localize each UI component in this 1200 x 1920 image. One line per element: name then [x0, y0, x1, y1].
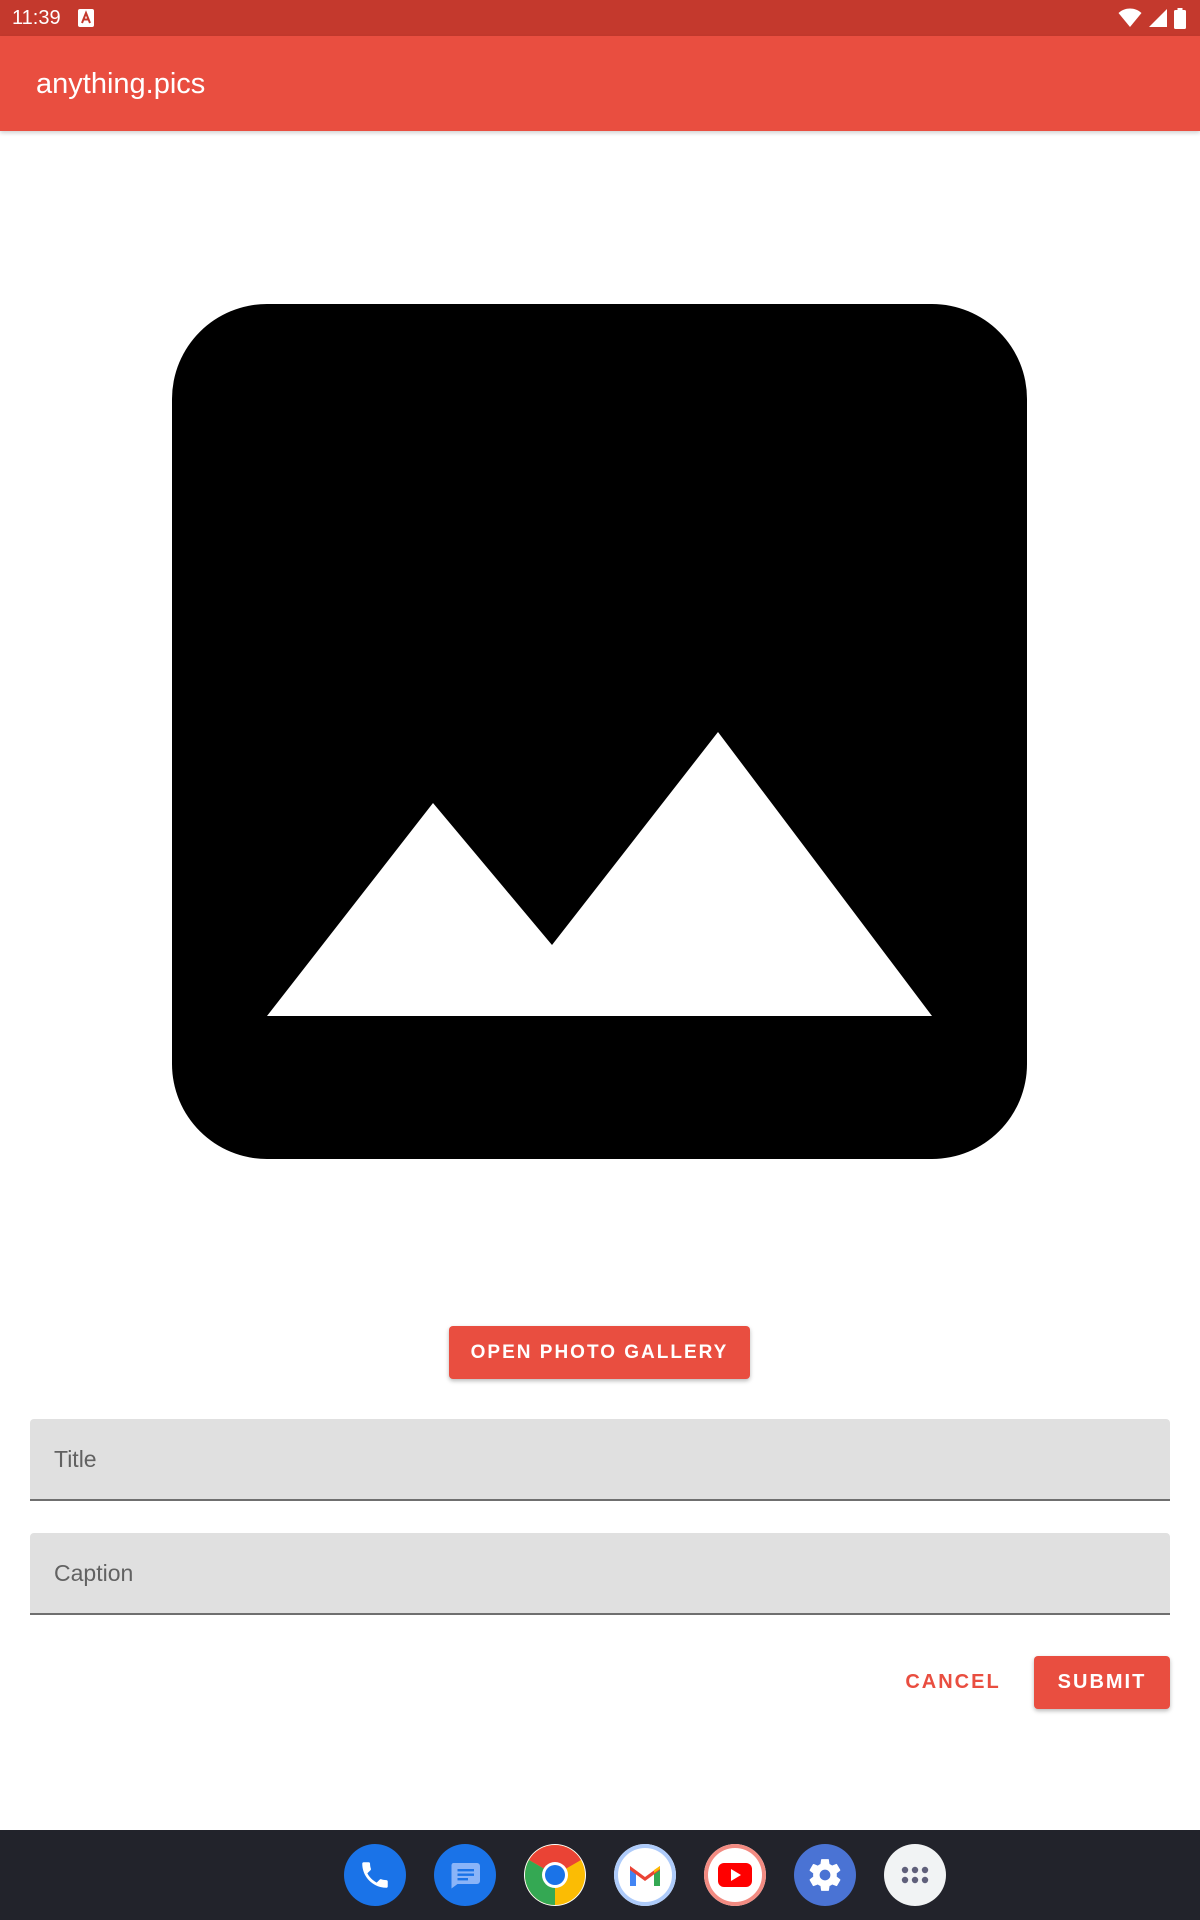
title-input[interactable] — [54, 1419, 1144, 1499]
app-bar: anything.pics — [0, 36, 1200, 131]
app-dock — [0, 1830, 1200, 1920]
submit-button[interactable]: SUBMIT — [1034, 1656, 1170, 1709]
cancel-button[interactable]: CANCEL — [890, 1656, 1016, 1709]
cell-signal-icon — [1149, 9, 1167, 27]
app-title: anything.pics — [36, 68, 206, 100]
settings-gear-icon[interactable] — [794, 1844, 856, 1906]
phone-icon[interactable] — [344, 1844, 406, 1906]
status-bar: 11:39 — [0, 0, 1200, 36]
image-placeholder-icon[interactable] — [172, 304, 1027, 1159]
messages-icon[interactable] — [434, 1844, 496, 1906]
caption-field[interactable] — [30, 1533, 1170, 1615]
phone-glyph — [362, 1862, 388, 1888]
app-drawer-glyph — [901, 1866, 929, 1884]
status-time: 11:39 — [12, 7, 61, 29]
chrome-glyph — [524, 1844, 585, 1905]
title-field[interactable] — [30, 1419, 1170, 1501]
chrome-icon[interactable] — [524, 1844, 586, 1906]
status-icons — [1118, 7, 1186, 29]
battery-icon — [1174, 7, 1186, 29]
text-a-icon — [78, 9, 94, 27]
app-drawer-icon[interactable] — [884, 1844, 946, 1906]
settings-glyph — [809, 1859, 841, 1891]
youtube-glyph — [718, 1863, 752, 1887]
gmail-glyph — [630, 1866, 660, 1886]
caption-input[interactable] — [54, 1533, 1144, 1613]
gmail-icon[interactable] — [614, 1844, 676, 1906]
open-photo-gallery-button[interactable]: OPEN PHOTO GALLERY — [449, 1326, 750, 1379]
messages-glyph — [451, 1863, 480, 1889]
wifi-icon — [1118, 8, 1142, 27]
youtube-icon[interactable] — [704, 1844, 766, 1906]
